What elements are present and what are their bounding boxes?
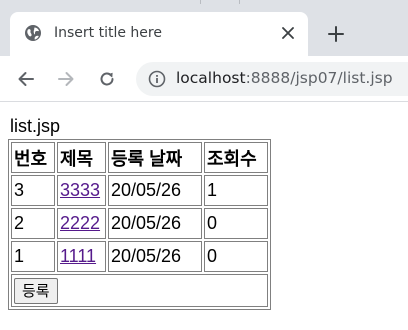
table-footer-row: 등록 <box>11 274 268 307</box>
url-host: localhost <box>176 69 246 87</box>
table-header-row: 번호 제목 등록 날짜 조회수 <box>11 142 268 173</box>
globe-icon <box>24 24 42 42</box>
page-heading: list.jsp <box>10 116 61 136</box>
cell-date: 20/05/26 <box>108 175 202 206</box>
post-title-link[interactable]: 1111 <box>60 246 96 266</box>
info-icon[interactable] <box>148 70 166 88</box>
cell-no: 1 <box>11 241 55 272</box>
header-no: 번호 <box>11 142 55 173</box>
cell-views: 1 <box>204 175 268 206</box>
url-path: :8888/jsp07/list.jsp <box>245 69 393 87</box>
plus-icon[interactable] <box>322 20 350 48</box>
button-cell: 등록 <box>11 274 268 307</box>
post-title-link[interactable]: 2222 <box>60 213 100 233</box>
tab-strip: Insert title here <box>0 0 408 56</box>
url-text[interactable]: localhost:8888/jsp07/list.jsp <box>176 69 393 87</box>
cell-views: 0 <box>204 241 268 272</box>
close-icon[interactable] <box>278 23 298 43</box>
address-bar[interactable]: localhost:8888/jsp07/list.jsp <box>136 62 408 96</box>
cell-no: 3 <box>11 175 55 206</box>
cell-title: 1111 <box>57 241 106 272</box>
post-title-link[interactable]: 3333 <box>60 180 100 200</box>
cell-date: 20/05/26 <box>108 208 202 239</box>
forward-arrow-icon[interactable] <box>52 65 80 93</box>
header-title: 제목 <box>57 142 106 173</box>
page-content: list.jsp 번호 제목 등록 날짜 조회수 3 3333 20/05/26… <box>0 102 408 330</box>
cell-title: 3333 <box>57 175 106 206</box>
back-arrow-icon[interactable] <box>12 65 40 93</box>
header-views: 조회수 <box>204 142 268 173</box>
cell-title: 2222 <box>57 208 106 239</box>
table-row: 2 2222 20/05/26 0 <box>11 208 268 239</box>
header-date: 등록 날짜 <box>108 142 202 173</box>
table-row: 1 1111 20/05/26 0 <box>11 241 268 272</box>
reload-icon[interactable] <box>93 65 121 93</box>
cell-views: 0 <box>204 208 268 239</box>
register-button[interactable]: 등록 <box>14 277 58 304</box>
tab-title: Insert title here <box>54 25 162 41</box>
top-sliver <box>200 0 240 4</box>
board-table: 번호 제목 등록 날짜 조회수 3 3333 20/05/26 1 2 2222… <box>8 139 271 310</box>
table-row: 3 3333 20/05/26 1 <box>11 175 268 206</box>
browser-toolbar: localhost:8888/jsp07/list.jsp <box>0 56 408 102</box>
cell-no: 2 <box>11 208 55 239</box>
cell-date: 20/05/26 <box>108 241 202 272</box>
browser-tab[interactable]: Insert title here <box>10 12 308 56</box>
